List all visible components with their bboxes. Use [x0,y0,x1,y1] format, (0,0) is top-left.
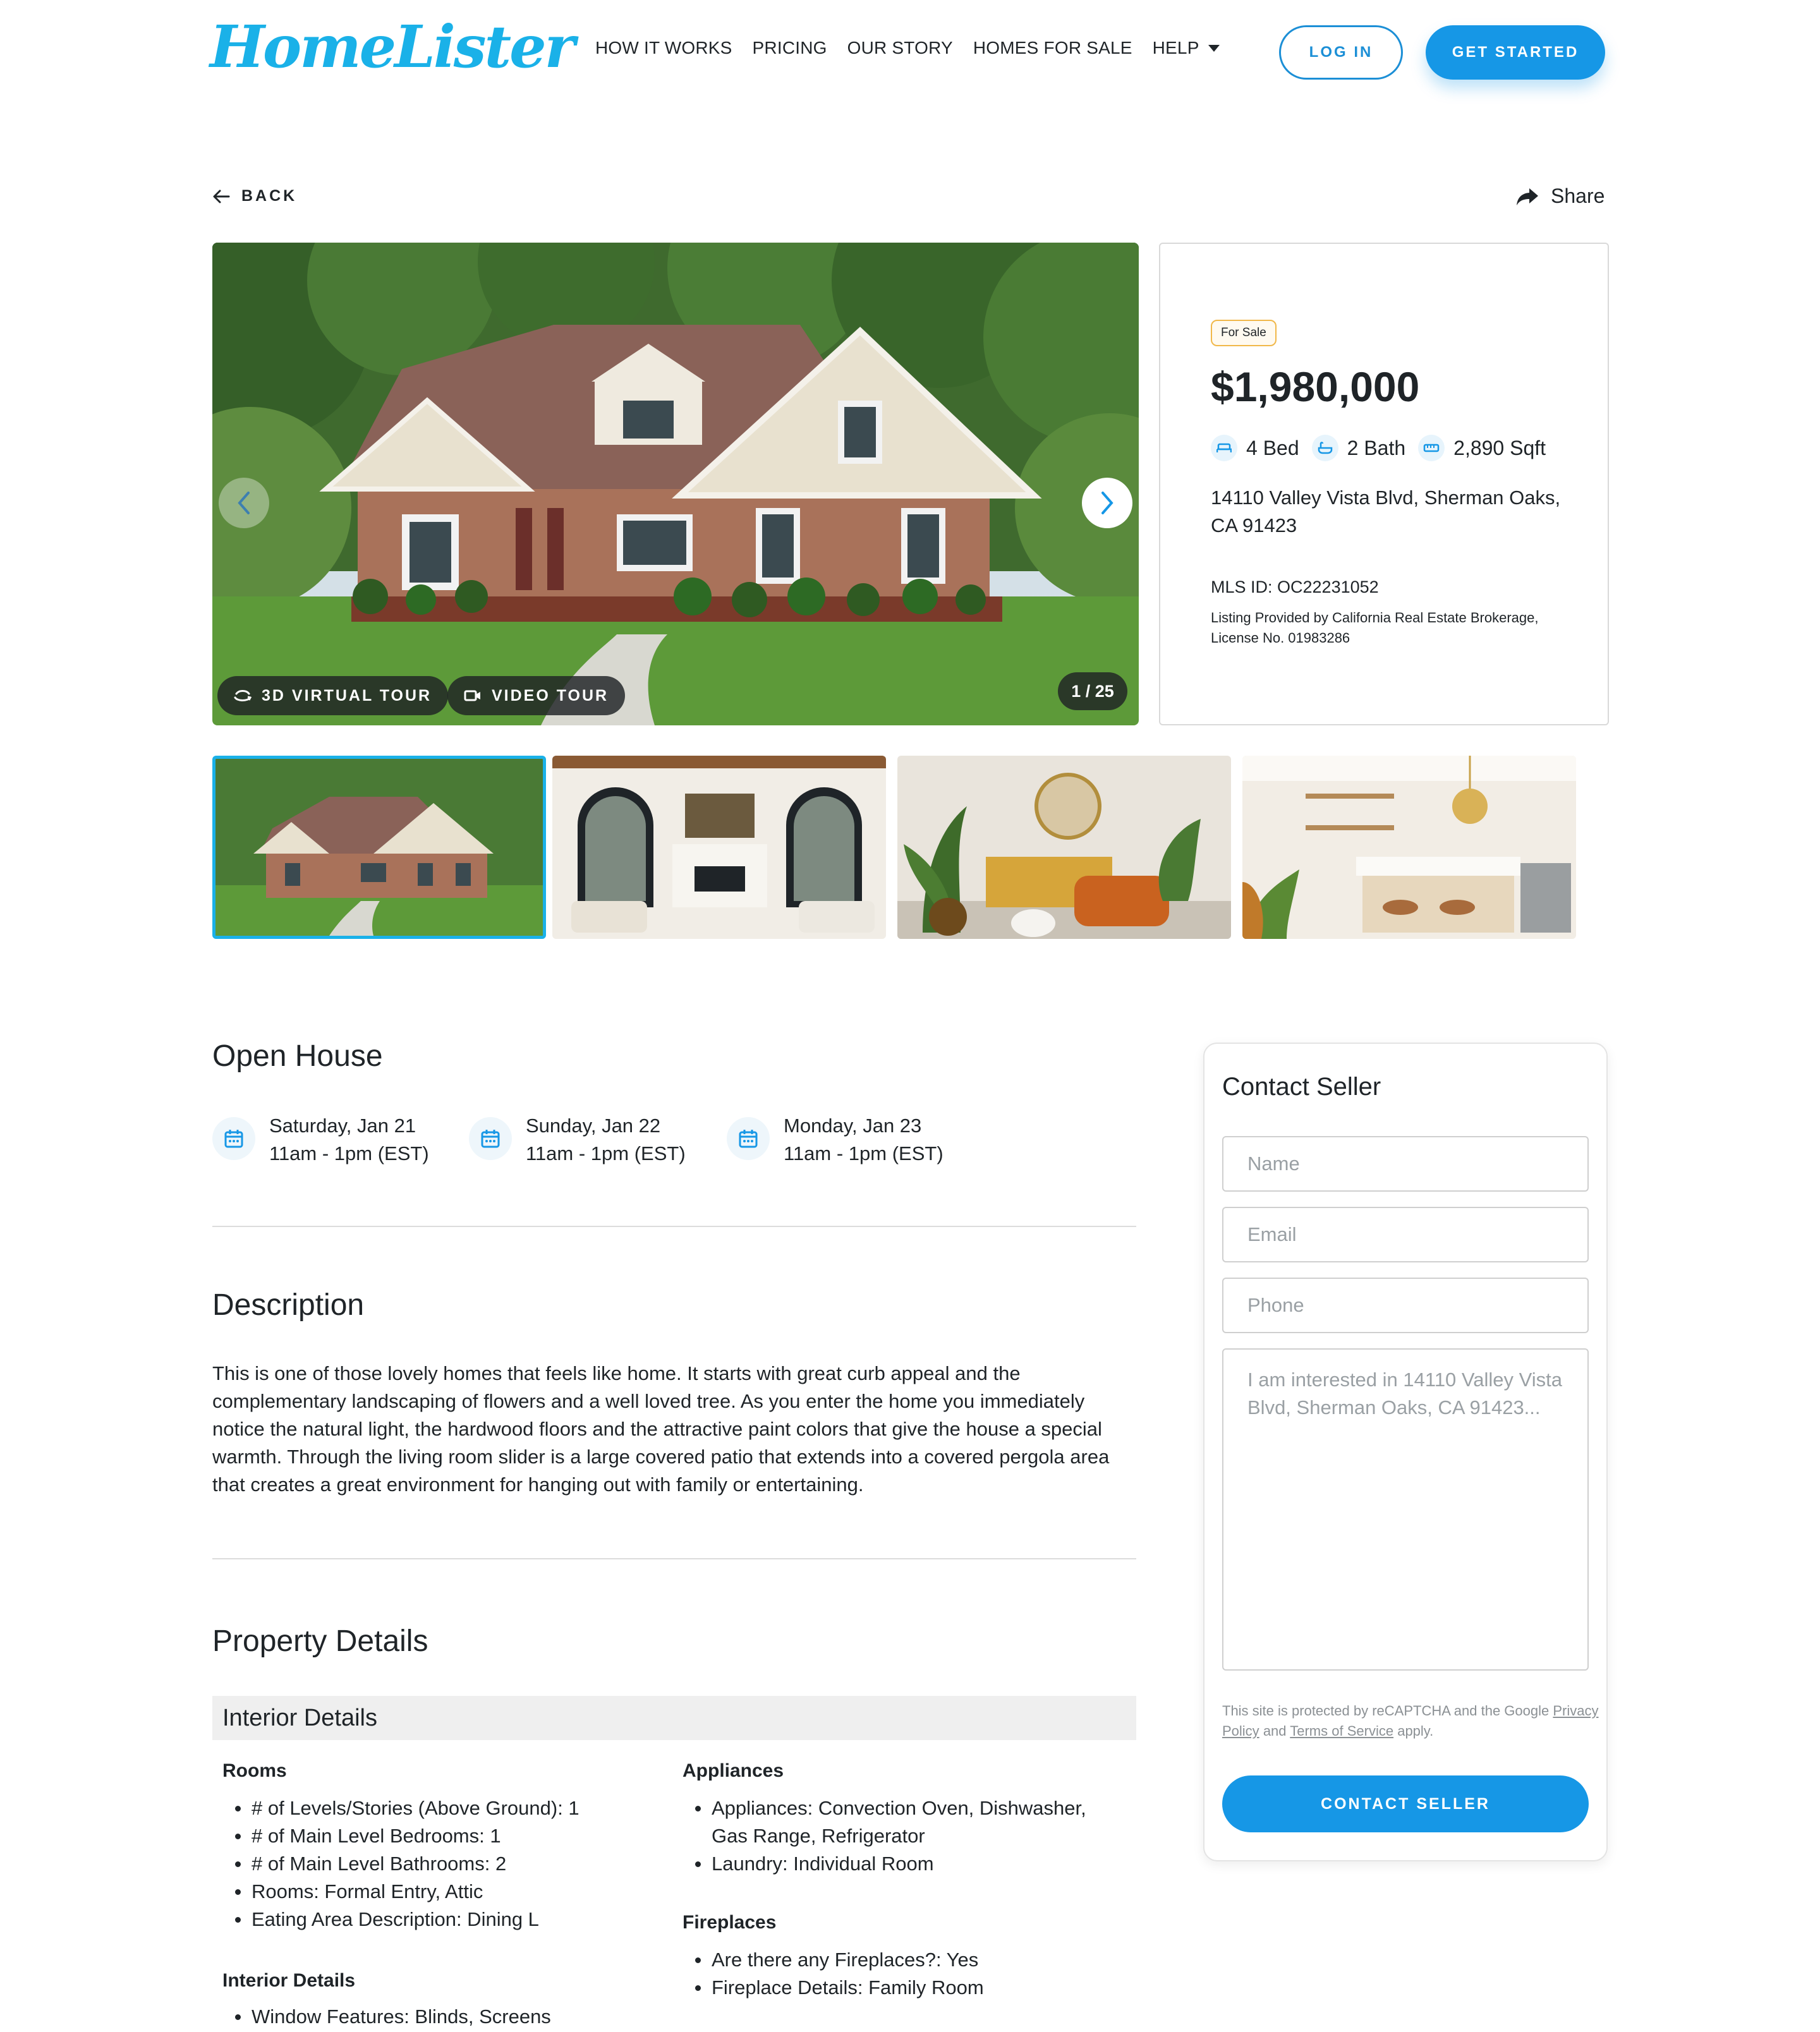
contact-seller-card: Contact Seller This site is protected by… [1203,1043,1608,1861]
name-field[interactable] [1222,1136,1589,1192]
list-item: # of Main Level Bedrooms: 1 [222,1822,658,1850]
homelister-logo[interactable]: HomeLister [210,18,575,76]
thumbnail-living-room[interactable] [552,756,886,939]
nav-pricing[interactable]: PRICING [753,38,827,58]
section-divider [212,1558,1136,1559]
listing-provider: Listing Provided by California Real Esta… [1211,610,1539,646]
contact-seller-title: Contact Seller [1222,1073,1381,1101]
listing-price: $1,980,000 [1211,363,1420,410]
chevron-left-icon [238,492,250,514]
video-tour-label: VIDEO TOUR [492,686,609,705]
open-house-time: 11am - 1pm (EST) [526,1142,686,1164]
email-field[interactable] [1222,1207,1589,1262]
open-house-time: 11am - 1pm (EST) [784,1142,943,1164]
main-listing-photo[interactable]: 3D VIRTUAL TOUR VIDEO TOUR 1 / 25 [212,243,1139,725]
open-house-day: Sunday, Jan 22 [526,1115,661,1137]
open-house-date-3: Monday, Jan 23 11am - 1pm (EST) [727,1112,943,1168]
thumbnail-kitchen[interactable] [1242,756,1576,939]
rooms-list: # of Levels/Stories (Above Ground): 1 # … [222,1794,658,1933]
thumbnail-exterior[interactable] [212,756,546,939]
caret-down-icon [1208,44,1220,52]
beds-spec: 4 Bed [1211,435,1299,461]
share-arrow-icon [1517,188,1538,205]
login-button[interactable]: LOG IN [1279,25,1403,80]
list-item: Fireplace Details: Family Room [682,1974,1125,2002]
video-tour-button[interactable]: VIDEO TOUR [447,676,626,715]
baths-label: 2 Bath [1347,436,1406,459]
thumbnail-lounge[interactable] [897,756,1231,939]
mls-id: MLS ID: OC22231052 [1211,578,1379,596]
nav-our-story[interactable]: OUR STORY [847,38,953,58]
phone-field[interactable] [1222,1278,1589,1333]
calendar-icon [727,1117,770,1160]
virtual-tour-button[interactable]: 3D VIRTUAL TOUR [217,676,449,715]
recaptcha-and: and [1263,1723,1287,1739]
sqft-spec: 2,890 Sqft [1418,435,1546,461]
open-house-title: Open House [212,1039,383,1073]
arrow-left-icon [213,190,230,203]
recaptcha-prefix: This site is protected by reCAPTCHA and … [1222,1703,1550,1719]
property-details-title: Property Details [212,1624,428,1658]
open-house-day: Saturday, Jan 21 [269,1115,416,1137]
contact-seller-button[interactable]: CONTACT SELLER [1222,1775,1589,1832]
calendar-icon [212,1117,255,1160]
next-photo-button[interactable] [1082,478,1132,528]
recaptcha-notice: This site is protected by reCAPTCHA and … [1222,1701,1601,1741]
appliances-heading: Appliances [682,1760,784,1781]
list-item: # of Levels/Stories (Above Ground): 1 [222,1794,658,1822]
message-field[interactable] [1222,1348,1589,1671]
description-text: This is one of those lovely homes that f… [212,1362,1110,1496]
list-item: Rooms: Formal Entry, Attic [222,1878,658,1906]
fireplaces-heading: Fireplaces [682,1912,777,1933]
open-house-day: Monday, Jan 23 [784,1115,922,1137]
list-item: Are there any Fireplaces?: Yes [682,1946,1125,1974]
interior-details-subheading: Interior Details [222,1970,356,1991]
listing-address: 14110 Valley Vista Blvd, Sherman Oaks, C… [1211,487,1561,536]
section-divider [212,1226,1136,1227]
prev-photo-button[interactable] [219,478,269,528]
photo-counter: 1 / 25 [1058,672,1127,710]
list-item: Window Features: Blinds, Screens [222,2003,658,2031]
share-button[interactable]: Share [1515,184,1605,208]
list-item: # of Main Level Bathrooms: 2 [222,1850,658,1878]
description-title: Description [212,1288,365,1322]
fireplaces-list: Are there any Fireplaces?: Yes Fireplace… [682,1946,1125,2002]
baths-spec: 2 Bath [1311,435,1406,461]
open-house-time: 11am - 1pm (EST) [269,1142,429,1164]
video-camera-icon [464,690,480,701]
nav-how-it-works[interactable]: HOW IT WORKS [595,38,732,58]
calendar-icon [469,1117,512,1160]
status-badge: For Sale [1211,320,1277,346]
bed-icon [1211,435,1237,461]
sqft-label: 2,890 Sqft [1453,436,1546,459]
nav-help-label: HELP [1152,38,1199,57]
appliances-list: Appliances: Convection Oven, Dishwasher,… [682,1794,1125,1878]
virtual-tour-label: 3D VIRTUAL TOUR [262,686,432,705]
open-house-date-2: Sunday, Jan 22 11am - 1pm (EST) [469,1112,686,1168]
share-label: Share [1551,184,1605,207]
list-item: Eating Area Description: Dining L [222,1906,658,1933]
interior-details-header: Interior Details [212,1696,1136,1740]
vr-tour-icon [234,690,252,701]
chevron-right-icon [1101,492,1113,514]
back-link[interactable]: BACK [212,187,297,205]
ruler-icon [1418,435,1445,461]
nav-help-dropdown[interactable]: HELP [1153,38,1220,58]
get-started-button[interactable]: GET STARTED [1426,25,1605,80]
back-label: BACK [241,187,298,205]
bath-icon [1311,435,1338,461]
listing-summary-card: For Sale $1,980,000 4 Bed 2 Bath 2,890 S… [1159,243,1609,725]
nav-homes-for-sale[interactable]: HOMES FOR SALE [973,38,1132,58]
main-nav: HOW IT WORKS PRICING OUR STORY HOMES FOR… [595,38,1220,58]
listing-specs: 4 Bed 2 Bath 2,890 Sqft [1211,435,1546,461]
interior-list: Window Features: Blinds, Screens [222,2003,658,2031]
list-item: Laundry: Individual Room [682,1850,1125,1878]
open-house-date-1: Saturday, Jan 21 11am - 1pm (EST) [212,1112,429,1168]
list-item: Appliances: Convection Oven, Dishwasher,… [682,1794,1125,1850]
rooms-heading: Rooms [222,1760,287,1781]
terms-of-service-link[interactable]: Terms of Service [1290,1723,1393,1739]
recaptcha-apply: apply. [1397,1723,1434,1739]
beds-label: 4 Bed [1246,436,1299,459]
